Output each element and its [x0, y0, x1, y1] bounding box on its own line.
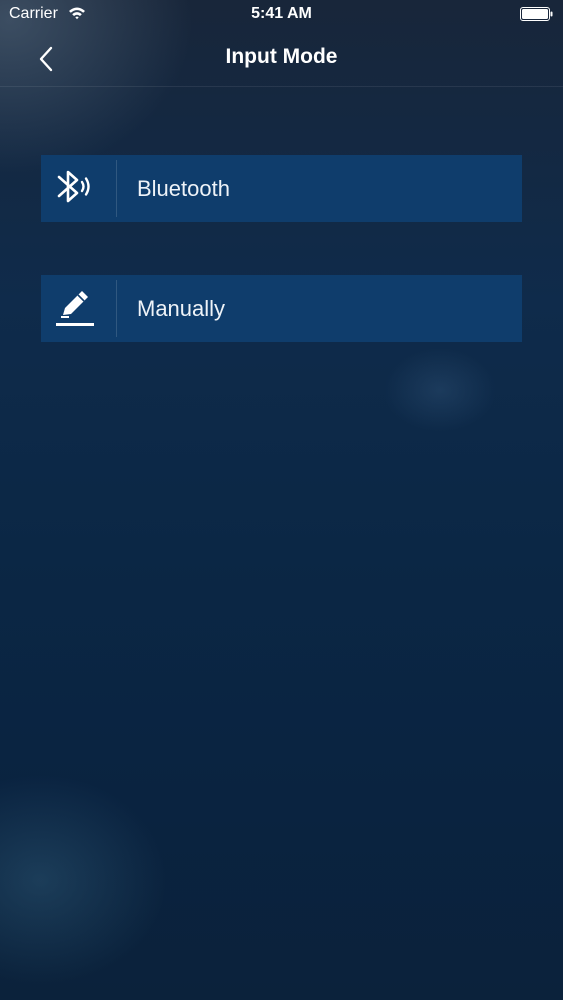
- manual-option[interactable]: Manually: [41, 275, 522, 342]
- page-title: Input Mode: [225, 45, 338, 68]
- pencil-icon: [41, 275, 116, 342]
- status-bar: Carrier 5:41 AM: [0, 0, 563, 30]
- option-divider: [116, 160, 117, 217]
- battery-icon: [520, 7, 554, 21]
- bluetooth-icon: [41, 155, 116, 222]
- manual-option-label: Manually: [137, 296, 226, 321]
- navigation-bar: Input Mode: [0, 30, 563, 87]
- option-divider: [116, 280, 117, 337]
- status-time: 5:41 AM: [251, 5, 312, 22]
- bluetooth-option[interactable]: Bluetooth: [41, 155, 522, 222]
- bluetooth-option-label: Bluetooth: [137, 176, 230, 201]
